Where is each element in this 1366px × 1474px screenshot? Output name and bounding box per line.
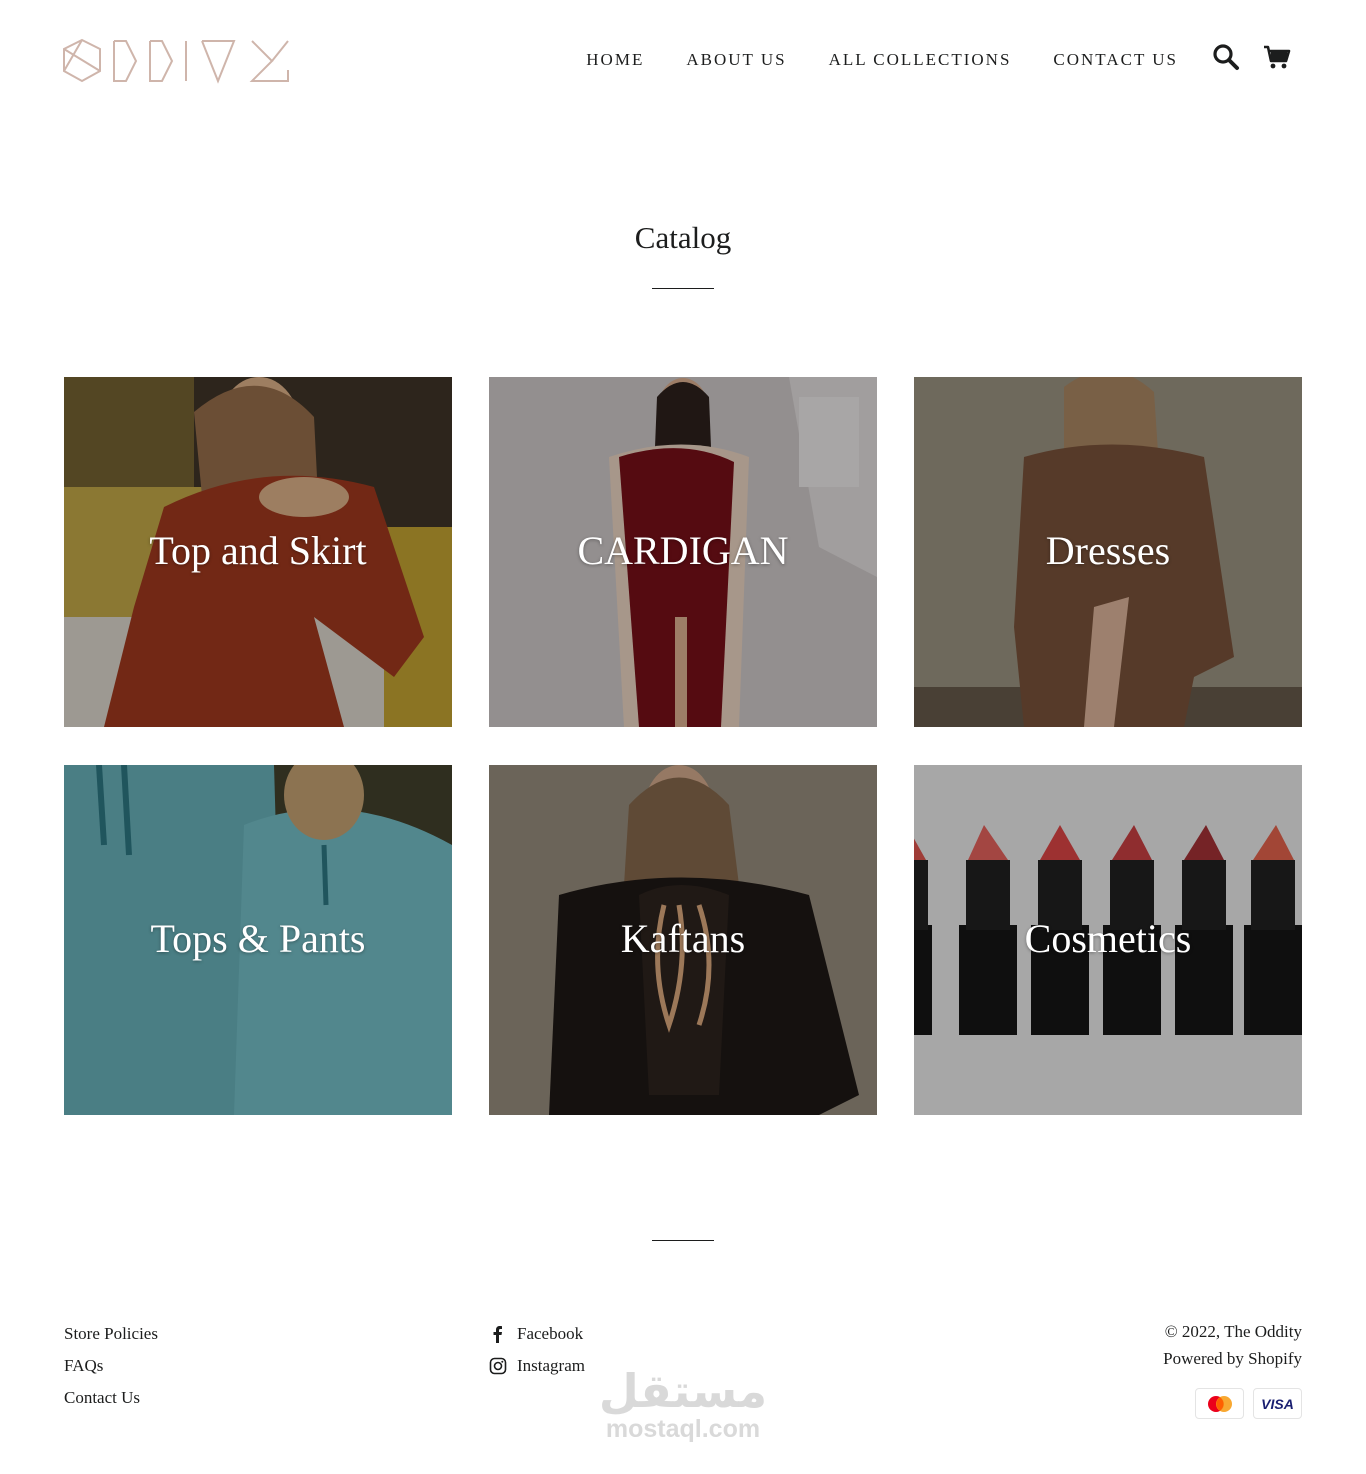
footer-divider — [652, 1240, 714, 1241]
oddity-logo-icon — [63, 38, 289, 84]
page-title: Catalog — [634, 220, 732, 255]
title-divider — [652, 288, 714, 289]
nav-contact-us[interactable]: CONTACT US — [1053, 50, 1178, 70]
collection-label: CARDIGAN — [577, 528, 789, 573]
footer-link-store-policies[interactable]: Store Policies — [64, 1318, 158, 1350]
site-logo[interactable] — [62, 36, 292, 86]
collection-tile-cardigan[interactable]: CARDIGAN — [489, 377, 877, 727]
nav-all-collections[interactable]: ALL COLLECTIONS — [829, 50, 1012, 70]
footer-social: Facebook Instagram — [489, 1318, 585, 1382]
nav-home[interactable]: HOME — [586, 50, 644, 70]
watermark-latin: mostaql.com — [605, 1415, 761, 1443]
collection-tile-tops-and-pants[interactable]: Tops & Pants — [64, 765, 452, 1115]
collection-label: Cosmetics — [1024, 916, 1192, 961]
search-icon[interactable] — [1211, 42, 1241, 72]
collection-label: Top and Skirt — [149, 528, 367, 573]
collection-tile-cosmetics[interactable]: Cosmetics — [914, 765, 1302, 1115]
footer-link-faqs[interactable]: FAQs — [64, 1350, 158, 1382]
collection-label: Tops & Pants — [150, 916, 366, 961]
payment-icons: VISA — [1195, 1388, 1302, 1419]
collection-label: Dresses — [1045, 528, 1171, 573]
visa-icon: VISA — [1253, 1388, 1302, 1419]
social-label: Facebook — [517, 1324, 584, 1343]
main-nav: HOME ABOUT US ALL COLLECTIONS CONTACT US — [586, 50, 1178, 70]
facebook-icon — [493, 1326, 502, 1343]
nav-about-us[interactable]: ABOUT US — [686, 50, 786, 70]
footer-meta: © 2022, The Oddity Powered by Shopify — [1163, 1318, 1302, 1372]
collection-label: Kaftans — [620, 916, 746, 961]
mastercard-icon — [1195, 1388, 1244, 1419]
collection-tile-top-and-skirt[interactable]: Top and Skirt — [64, 377, 452, 727]
watermark: مستقل mostaql.com — [583, 1366, 783, 1446]
footer-links: Store Policies FAQs Contact Us — [64, 1318, 158, 1414]
footer-link-contact-us[interactable]: Contact Us — [64, 1382, 158, 1414]
collection-tile-dresses[interactable]: Dresses — [914, 377, 1302, 727]
social-link-facebook[interactable]: Facebook — [489, 1318, 585, 1350]
copyright: © 2022, The Oddity — [1164, 1322, 1302, 1341]
social-link-instagram[interactable]: Instagram — [489, 1350, 585, 1382]
instagram-icon — [489, 1357, 507, 1375]
collection-tile-kaftans[interactable]: Kaftans — [489, 765, 877, 1115]
social-label: Instagram — [517, 1356, 585, 1375]
cart-icon[interactable] — [1262, 42, 1292, 72]
site-header: HOME ABOUT US ALL COLLECTIONS CONTACT US — [0, 0, 1366, 120]
watermark-arabic: مستقل — [598, 1364, 768, 1418]
powered-by: Powered by Shopify — [1163, 1349, 1302, 1368]
